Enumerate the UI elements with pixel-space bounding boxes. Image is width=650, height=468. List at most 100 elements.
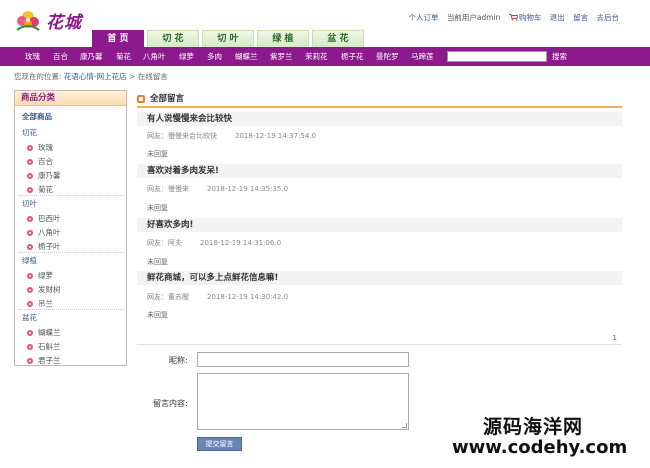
watermark-url: www.codehy.com [452,437,628,458]
site-logo[interactable]: 花城 [14,6,92,36]
message-user: 网友：慢慢来 [147,185,189,193]
nav-item[interactable]: 菊花 [116,47,131,66]
sidebar-divider [19,195,123,196]
nav-item[interactable]: 曼陀罗 [376,47,399,66]
resize-handle-icon[interactable] [402,423,407,428]
nav-item[interactable]: 八角叶 [143,47,166,66]
message-link[interactable]: 留言 [573,13,588,22]
bullet-icon [27,244,33,250]
messages-section-header: 全部留言 [137,93,622,108]
message-title: 鲜花商城，可以多上点鲜花信息嘛! [137,271,622,285]
sidebar-group-potted-flowers[interactable]: 盆花 [22,312,37,323]
sidebar-group-green-plants[interactable]: 绿植 [22,255,37,266]
tab-home[interactable]: 首 页 [92,30,144,47]
message-content-label: 留言内容: [153,399,188,408]
pagination: 1 [137,334,622,345]
sidebar-title: 商品分类 [15,91,126,106]
sidebar-item[interactable]: 蝴蝶兰 [27,327,61,338]
nav-item[interactable]: 蝴蝶兰 [235,47,258,66]
breadcrumb-home-link[interactable]: 花语心情-网上花店 [64,72,127,81]
sidebar-divider [19,252,123,253]
sidebar-item-label: 绿萝 [38,271,53,280]
bullet-icon [27,159,33,165]
sidebar-item[interactable]: 八角叶 [27,227,61,238]
message-content-textarea[interactable] [197,373,409,430]
message-meta: 网友：慢慢来 2018-12-19 14:35:35.0 [147,184,288,194]
breadcrumb: 您现在的位置: 花语心情-网上花店 > 在线留言 [14,71,168,82]
cart-link-label: 购物车 [518,13,542,22]
sidebar-group-cut-leaves[interactable]: 切叶 [22,198,37,209]
tab-green-plants[interactable]: 绿 植 [257,30,309,47]
sidebar-item[interactable]: 发财树 [27,284,61,295]
message-user: 网友：阿夫 [147,239,182,247]
sidebar-divider [19,309,123,310]
bullet-icon [27,273,33,279]
breadcrumb-separator: > [129,72,136,81]
message-status: 未回复 [147,204,168,212]
nav-item[interactable]: 玫瑰 [25,47,40,66]
current-user-label: 当前用户admin [446,13,501,22]
section-title: 全部留言 [150,94,185,104]
bullet-icon [27,145,33,151]
orders-link[interactable]: 个人订单 [409,13,439,22]
cart-link[interactable]: 购物车 [508,13,542,22]
admin-link[interactable]: 去后台 [597,13,620,22]
bullet-icon [27,187,33,193]
sidebar-item-label: 栀子叶 [38,242,61,251]
tab-potted-flowers[interactable]: 盆 花 [312,30,364,47]
bullet-icon [27,216,33,222]
message-time: 2018-12-19 14:31:06.0 [200,239,282,247]
sidebar-item[interactable]: 吊兰 [27,298,53,309]
nav-item[interactable]: 茉莉花 [305,47,328,66]
category-nav: 玫瑰 百合 康乃馨 菊花 八角叶 绿萝 多肉 蝴蝶兰 紫罗兰 茉莉花 栀子花 曼… [0,47,650,66]
submit-message-button[interactable]: 提交留言 [197,437,242,451]
nickname-input[interactable] [197,352,409,367]
cart-icon [508,14,518,21]
breadcrumb-current: 在线留言 [137,72,168,81]
sidebar-item-label: 吊兰 [38,299,53,308]
bullet-icon [27,358,33,364]
nav-item[interactable]: 栀子花 [341,47,364,66]
message-meta: 网友：慢慢来会比较快 2018-12-19 14:37:54.0 [147,131,316,141]
message-status: 未回复 [147,258,168,266]
message-title: 有人说慢慢来会比较快 [137,112,622,126]
nickname-label: 昵称: [169,356,188,365]
sidebar-item[interactable]: 绿萝 [27,270,53,281]
nav-item[interactable]: 多肉 [207,47,222,66]
nav-item[interactable]: 紫罗兰 [270,47,293,66]
message-user: 网友：董苏醒 [147,293,189,301]
nav-item[interactable]: 百合 [53,47,68,66]
sidebar-item[interactable]: 菊花 [27,184,53,195]
message-user: 网友：慢慢来会比较快 [147,132,217,140]
sidebar-item[interactable]: 石斛兰 [27,341,61,352]
tab-cut-flowers[interactable]: 切 花 [147,30,199,47]
message-time: 2018-12-19 14:37:54.0 [235,132,317,140]
category-sidebar: 商品分类 全部商品 切花 玫瑰 百合 康乃馨 菊花 切叶 巴西叶 八角叶 栀子叶… [14,90,127,366]
sidebar-item-all[interactable]: 全部商品 [22,111,52,122]
search-input[interactable] [447,51,547,62]
sidebar-group-cut-flowers[interactable]: 切花 [22,127,37,138]
sidebar-item[interactable]: 君子兰 [27,355,61,366]
logo-text: 花城 [46,13,82,33]
message-title: 好喜欢多肉! [137,218,622,232]
message-status: 未回复 [147,150,168,158]
logout-link[interactable]: 退出 [550,13,565,22]
page-number-link[interactable]: 1 [613,334,617,342]
site-header: 花城 首 页 切 花 切 叶 绿 植 盆 花 个人订单 当前用户admin 购物… [0,0,650,47]
sidebar-item[interactable]: 巴西叶 [27,213,61,224]
tab-cut-leaves[interactable]: 切 叶 [202,30,254,47]
bullet-icon [27,173,33,179]
sidebar-item-label: 发财树 [38,285,61,294]
sidebar-item-label: 百合 [38,157,53,166]
sidebar-item[interactable]: 百合 [27,156,53,167]
sidebar-item[interactable]: 玫瑰 [27,142,53,153]
message-meta: 网友：阿夫 2018-12-19 14:31:06.0 [147,238,281,248]
search-button[interactable]: 搜索 [552,47,567,66]
bullet-icon [27,330,33,336]
sidebar-item[interactable]: 康乃馨 [27,170,61,181]
nav-item[interactable]: 康乃馨 [80,47,103,66]
nav-item[interactable]: 马蹄莲 [411,47,434,66]
sidebar-item[interactable]: 栀子叶 [27,241,61,252]
nav-item[interactable]: 绿萝 [179,47,194,66]
flower-logo-icon [16,11,40,31]
